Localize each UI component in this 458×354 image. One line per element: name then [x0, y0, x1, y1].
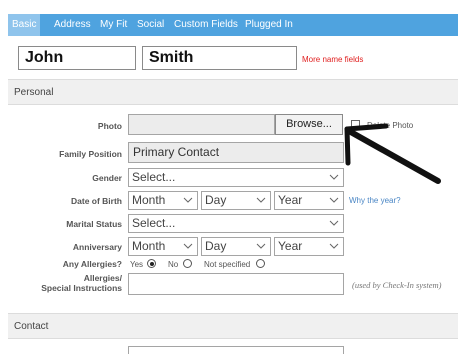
marital-status-value: Select...: [132, 216, 176, 230]
dob-day-value: Day: [205, 193, 227, 207]
dob-day-select[interactable]: Day: [201, 191, 271, 210]
delete-photo-checkbox[interactable]: [351, 120, 360, 129]
special-instructions-textarea[interactable]: [128, 273, 344, 295]
chevron-down-icon: [329, 174, 339, 180]
allergies-no-radio[interactable]: [183, 259, 192, 268]
date-of-birth-label: Date of Birth: [71, 196, 122, 206]
browse-button[interactable]: Browse...: [275, 114, 343, 135]
last-name-input[interactable]: Smith: [142, 46, 297, 70]
family-position-label: Family Position: [59, 149, 122, 159]
contact-field[interactable]: [128, 346, 344, 354]
allergies-no-label: No: [168, 260, 179, 269]
tab-custom-fields[interactable]: Custom Fields: [170, 14, 242, 36]
dob-year-select[interactable]: Year: [274, 191, 344, 210]
tab-plugged-in[interactable]: Plugged In: [241, 14, 297, 36]
gender-select-value: Select...: [132, 170, 176, 184]
photo-path-field: [128, 114, 275, 135]
allergies-not-specified-label: Not specified: [204, 260, 251, 269]
section-title: Personal: [14, 87, 54, 98]
tab-social[interactable]: Social: [133, 14, 168, 36]
anniversary-year-value: Year: [278, 239, 303, 253]
anniversary-month-value: Month: [132, 239, 166, 253]
special-instructions-label: Allergies/ Special Instructions: [41, 273, 122, 293]
anniversary-month-select[interactable]: Month: [128, 237, 198, 256]
photo-label: Photo: [97, 121, 122, 131]
chevron-down-icon: [183, 243, 193, 249]
chevron-down-icon: [329, 197, 339, 203]
personal-section-header: Personal: [8, 79, 458, 105]
allergies-not-specified-radio[interactable]: [256, 259, 265, 268]
allergies-yes-radio[interactable]: [147, 259, 156, 268]
anniversary-label: Anniversary: [72, 242, 122, 252]
chevron-down-icon: [256, 243, 266, 249]
chevron-down-icon: [256, 197, 266, 203]
anniversary-day-select[interactable]: Day: [201, 237, 271, 256]
chevron-down-icon: [329, 220, 339, 226]
contact-section-header: Contact: [8, 313, 458, 339]
any-allergies-label: Any Allergies?: [62, 259, 122, 269]
marital-status-select[interactable]: Select...: [128, 214, 344, 233]
dob-month-value: Month: [132, 193, 166, 207]
dob-year-value: Year: [278, 193, 303, 207]
why-the-year-link[interactable]: Why the year?: [349, 196, 401, 205]
first-name-input[interactable]: John: [18, 46, 136, 70]
delete-photo-label: Delete Photo: [367, 121, 414, 130]
family-position-field: Primary Contact: [128, 142, 344, 163]
gender-label: Gender: [92, 173, 122, 183]
tab-bar: Basic Address My Fit Social Custom Field…: [8, 14, 458, 36]
marital-status-label: Marital Status: [66, 219, 122, 229]
more-name-fields-link[interactable]: More name fields: [302, 55, 363, 64]
tab-address[interactable]: Address: [50, 14, 95, 36]
allergies-yes-label: Yes: [130, 260, 144, 269]
dob-month-select[interactable]: Month: [128, 191, 198, 210]
special-instructions-label-line2: Special Instructions: [41, 283, 122, 293]
check-in-note: (used by Check-In system): [352, 280, 442, 290]
tab-my-fit[interactable]: My Fit: [96, 14, 131, 36]
special-instructions-label-line1: Allergies/: [83, 273, 122, 283]
anniversary-day-value: Day: [205, 239, 227, 253]
section-title: Contact: [14, 321, 49, 332]
chevron-down-icon: [183, 197, 193, 203]
chevron-down-icon: [329, 243, 339, 249]
gender-select[interactable]: Select...: [128, 168, 344, 187]
tab-basic[interactable]: Basic: [8, 14, 41, 36]
anniversary-year-select[interactable]: Year: [274, 237, 344, 256]
